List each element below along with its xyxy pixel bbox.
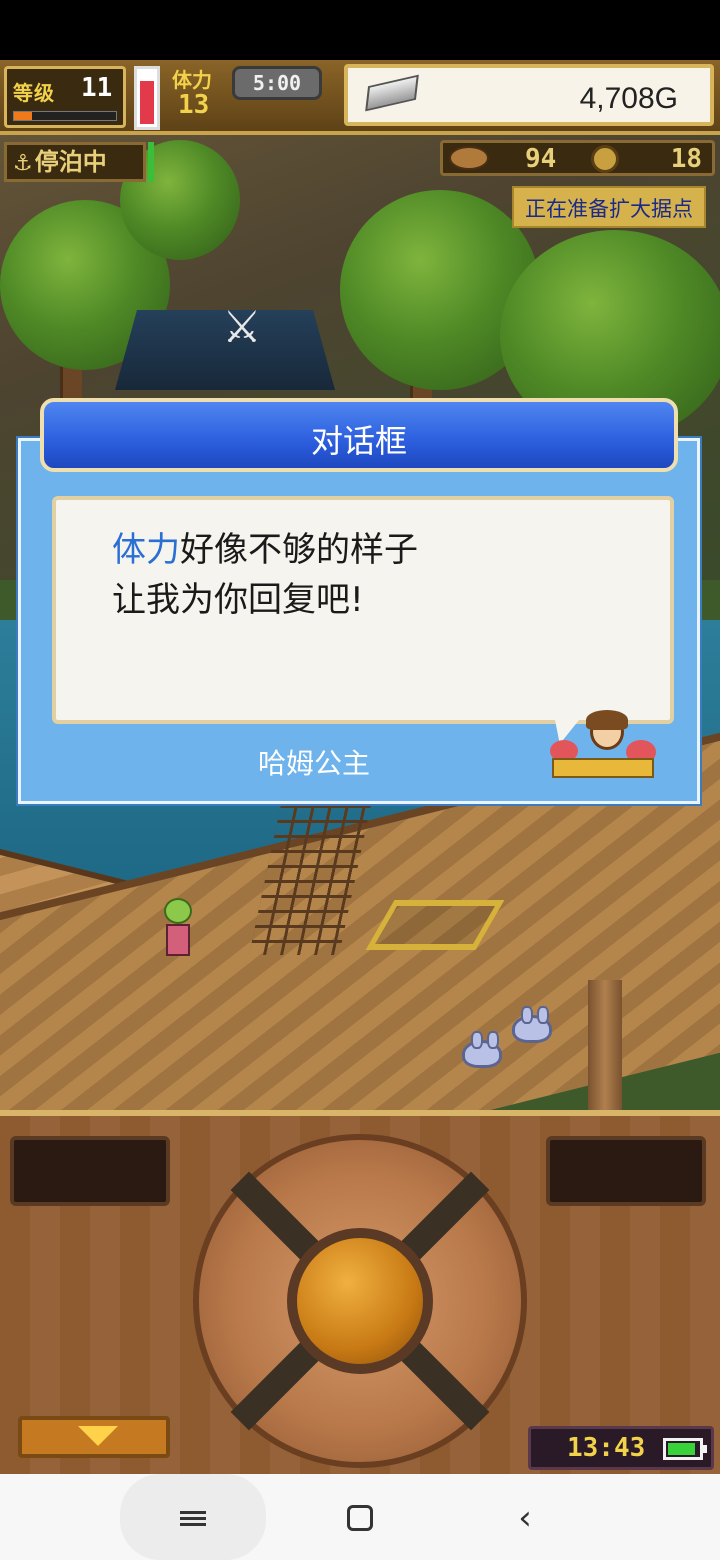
message-line-1-text: 好像不够的样子: [180, 530, 418, 570]
status-bar: [0, 0, 720, 60]
system-nav-bar: ‹: [0, 1474, 720, 1560]
anchor-status-label: 停泊中: [34, 148, 107, 176]
speaker-name: 哈姆公主: [257, 747, 370, 780]
player-head: [164, 898, 192, 924]
home-icon[interactable]: [335, 1496, 385, 1540]
clock-value: 13:43: [567, 1433, 646, 1463]
silver-ingot-icon: [365, 74, 419, 112]
coin-icon: [591, 145, 619, 173]
speaker-portrait: [550, 710, 656, 780]
message-box[interactable]: 体力好像不够的样子 让我为你回复吧!: [52, 496, 674, 724]
food-value: 94: [525, 144, 557, 174]
coin-value: 18: [670, 144, 702, 174]
message-line-1: 体力好像不够的样子: [112, 522, 418, 571]
menu-icon[interactable]: [168, 1496, 218, 1540]
back-icon[interactable]: ‹: [500, 1496, 550, 1540]
resource-bar: 94 18: [440, 140, 715, 176]
xp-bar: [13, 111, 117, 121]
level-label: 等级: [13, 81, 55, 105]
stamina-fill: [140, 80, 154, 124]
player-body: [166, 924, 190, 956]
gold-panel[interactable]: 4,708G: [344, 64, 714, 126]
food-icon: [449, 146, 489, 170]
left-action-slot[interactable]: [10, 1136, 170, 1206]
dialog-header: 对话框: [40, 398, 678, 472]
dpad-center-button[interactable]: [287, 1228, 433, 1374]
right-action-slot[interactable]: [546, 1136, 706, 1206]
battery-fill: [668, 1443, 695, 1455]
battery-icon: [663, 1438, 707, 1460]
status-indicator: [148, 142, 154, 182]
anchor-icon: ⚓: [13, 151, 33, 176]
crossed-swords-icon: ⚔: [222, 302, 262, 353]
menu-toggle-button[interactable]: [18, 1416, 170, 1458]
level-panel: 等级 11: [4, 66, 126, 128]
level-value: 11: [81, 73, 113, 103]
game-clock: 13:43: [528, 1426, 714, 1470]
dialog-title: 对话框: [310, 422, 407, 460]
princess-hair: [586, 710, 628, 730]
bunny-creature[interactable]: [512, 1006, 552, 1043]
stamina-value: 13: [178, 90, 210, 120]
shop-counter: [552, 758, 654, 778]
top-hud: 等级 11 体力 13 5:00 4,708G: [0, 60, 720, 135]
stamina-timer: 5:00: [232, 66, 322, 100]
player-character[interactable]: [160, 898, 196, 958]
control-panel: 13:43: [0, 1110, 720, 1474]
anchor-status-badge[interactable]: ⚓停泊中: [4, 142, 146, 182]
message-highlight: 体力: [112, 530, 180, 570]
gold-value: 4,708G: [579, 82, 678, 115]
stamina-label: 体力: [172, 68, 212, 92]
chevron-down-icon: [78, 1426, 118, 1446]
xp-fill: [14, 112, 33, 120]
bunny-creature[interactable]: [462, 1031, 502, 1068]
stamina-gauge: [134, 66, 160, 130]
expansion-notice: 正在准备扩大据点: [512, 186, 706, 228]
message-line-2: 让我为你回复吧!: [112, 580, 364, 620]
ship-mast: [588, 980, 622, 1110]
